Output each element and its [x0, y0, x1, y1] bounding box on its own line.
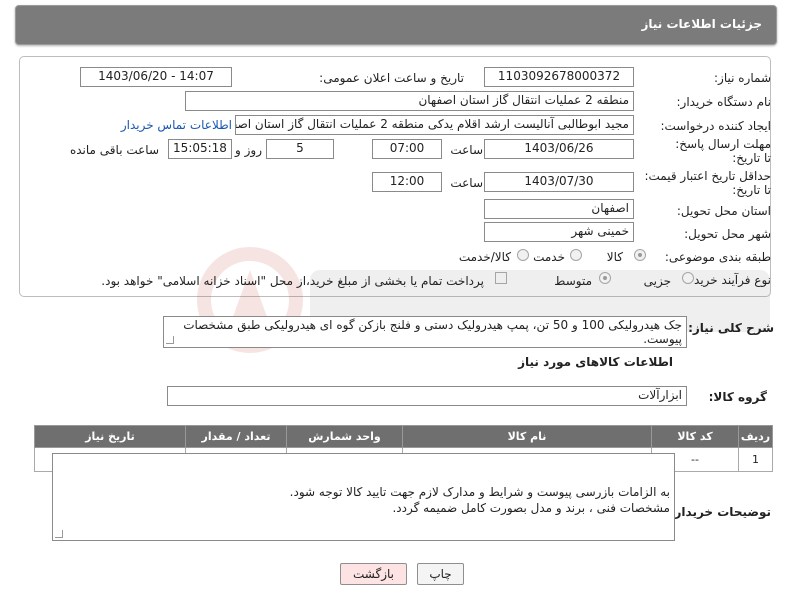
need-number-label: شماره نیاز: [714, 71, 771, 85]
process-radio-medium[interactable] [599, 272, 611, 284]
page-header: جزئیات اطلاعات نیاز [15, 5, 777, 45]
category-option-service: خدمت [533, 250, 565, 264]
creator-label: ایجاد کننده درخواست: [660, 119, 771, 133]
remaining-label: ساعت باقی مانده [69, 143, 159, 157]
category-radio-service[interactable] [570, 249, 582, 261]
col-qty: تعداد / مقدار [185, 425, 287, 448]
back-button[interactable]: بازگشت [340, 563, 407, 585]
buyer-notes-textarea[interactable]: به الزامات بازرسی پیوست و شرایط و مدارک … [52, 453, 675, 541]
category-option-goods: کالا [606, 250, 623, 264]
announce-date-label: تاریخ و ساعت اعلان عمومی: [319, 71, 464, 85]
process-option-minor: جزیی [643, 274, 671, 288]
price-date-field: 1403/07/30 [484, 172, 634, 192]
goods-section-title: اطلاعات کالاهای مورد نیاز [518, 355, 673, 369]
price-validity-label: حداقل تاریخ اعتبار قیمت: تا تاریخ: [644, 169, 771, 197]
print-button[interactable]: چاپ [417, 563, 464, 585]
col-code: کد کالا [651, 425, 739, 448]
reply-time-field: 07:00 [372, 139, 442, 159]
col-name: نام کالا [402, 425, 652, 448]
page-title: جزئیات اطلاعات نیاز [641, 17, 762, 31]
price-time-field: 12:00 [372, 172, 442, 192]
reply-deadline-label: مهلت ارسال پاسخ: تا تاریخ: [675, 137, 771, 165]
buyer-org-label: نام دستگاه خریدار: [676, 95, 772, 109]
buyer-notes-line-1: به الزامات بازرسی پیوست و شرایط و مدارک … [289, 485, 670, 499]
goods-table-header-row: ردیف کد کالا نام کالا واحد شمارش تعداد /… [34, 425, 773, 448]
reply-date-field: 1403/06/26 [484, 139, 634, 159]
province-field: اصفهان [484, 199, 634, 219]
days-label: روز و [235, 143, 262, 157]
buyer-org-field: منطقه 2 عملیات انتقال گاز استان اصفهان [185, 91, 634, 111]
process-radio-minor[interactable] [682, 272, 694, 284]
creator-field: مجید ابوطالبی آنالیست ارشد اقلام یدکی من… [235, 115, 634, 135]
description-resize-handle[interactable] [166, 336, 174, 344]
description-label: شرح کلی نیاز: [688, 321, 774, 335]
col-unit: واحد شمارش [286, 425, 403, 448]
process-label: نوع فرآیند خرید : [686, 273, 771, 287]
announce-date-field: 1403/06/20 - 14:07 [80, 67, 232, 87]
treasury-payment-note: پرداخت تمام یا بخشی از مبلغ خرید،از محل … [101, 274, 484, 288]
city-label: شهر محل تحویل: [684, 227, 771, 241]
description-textarea[interactable]: جک هیدرولیکی 100 و 50 تن، پمپ هیدرولیک د… [163, 316, 687, 348]
treasury-payment-checkbox[interactable] [495, 272, 507, 284]
category-radio-goods[interactable] [634, 249, 646, 261]
buyer-notes-label: توضیحات خریدار: [669, 505, 771, 519]
reply-time-label: ساعت [450, 143, 483, 157]
cell-row: 1 [738, 447, 773, 472]
remaining-days-field: 5 [266, 139, 334, 159]
col-row: ردیف [738, 425, 773, 448]
buyer-notes-resize-handle[interactable] [55, 530, 63, 538]
category-label: طبقه بندی موضوعی: [664, 250, 771, 264]
goods-group-field: ابزارآلات [167, 386, 687, 406]
category-radio-both[interactable] [517, 249, 529, 261]
need-number-field: 1103092678000372 [484, 67, 634, 87]
buyer-notes-line-2: مشخصات فنی ، برند و مدل بصورت کامل ضمیمه… [392, 501, 670, 515]
city-field: خمینی شهر [484, 222, 634, 242]
col-date: تاریخ نیاز [34, 425, 186, 448]
goods-group-label: گروه کالا: [708, 390, 767, 404]
category-option-both: کالا/خدمت [458, 250, 511, 264]
price-time-label: ساعت [450, 176, 483, 190]
remaining-time-field: 15:05:18 [168, 139, 232, 159]
buyer-contact-link[interactable]: اطلاعات تماس خریدار [121, 118, 232, 132]
process-option-medium: متوسط [554, 274, 592, 288]
province-label: استان محل تحویل: [676, 204, 771, 218]
